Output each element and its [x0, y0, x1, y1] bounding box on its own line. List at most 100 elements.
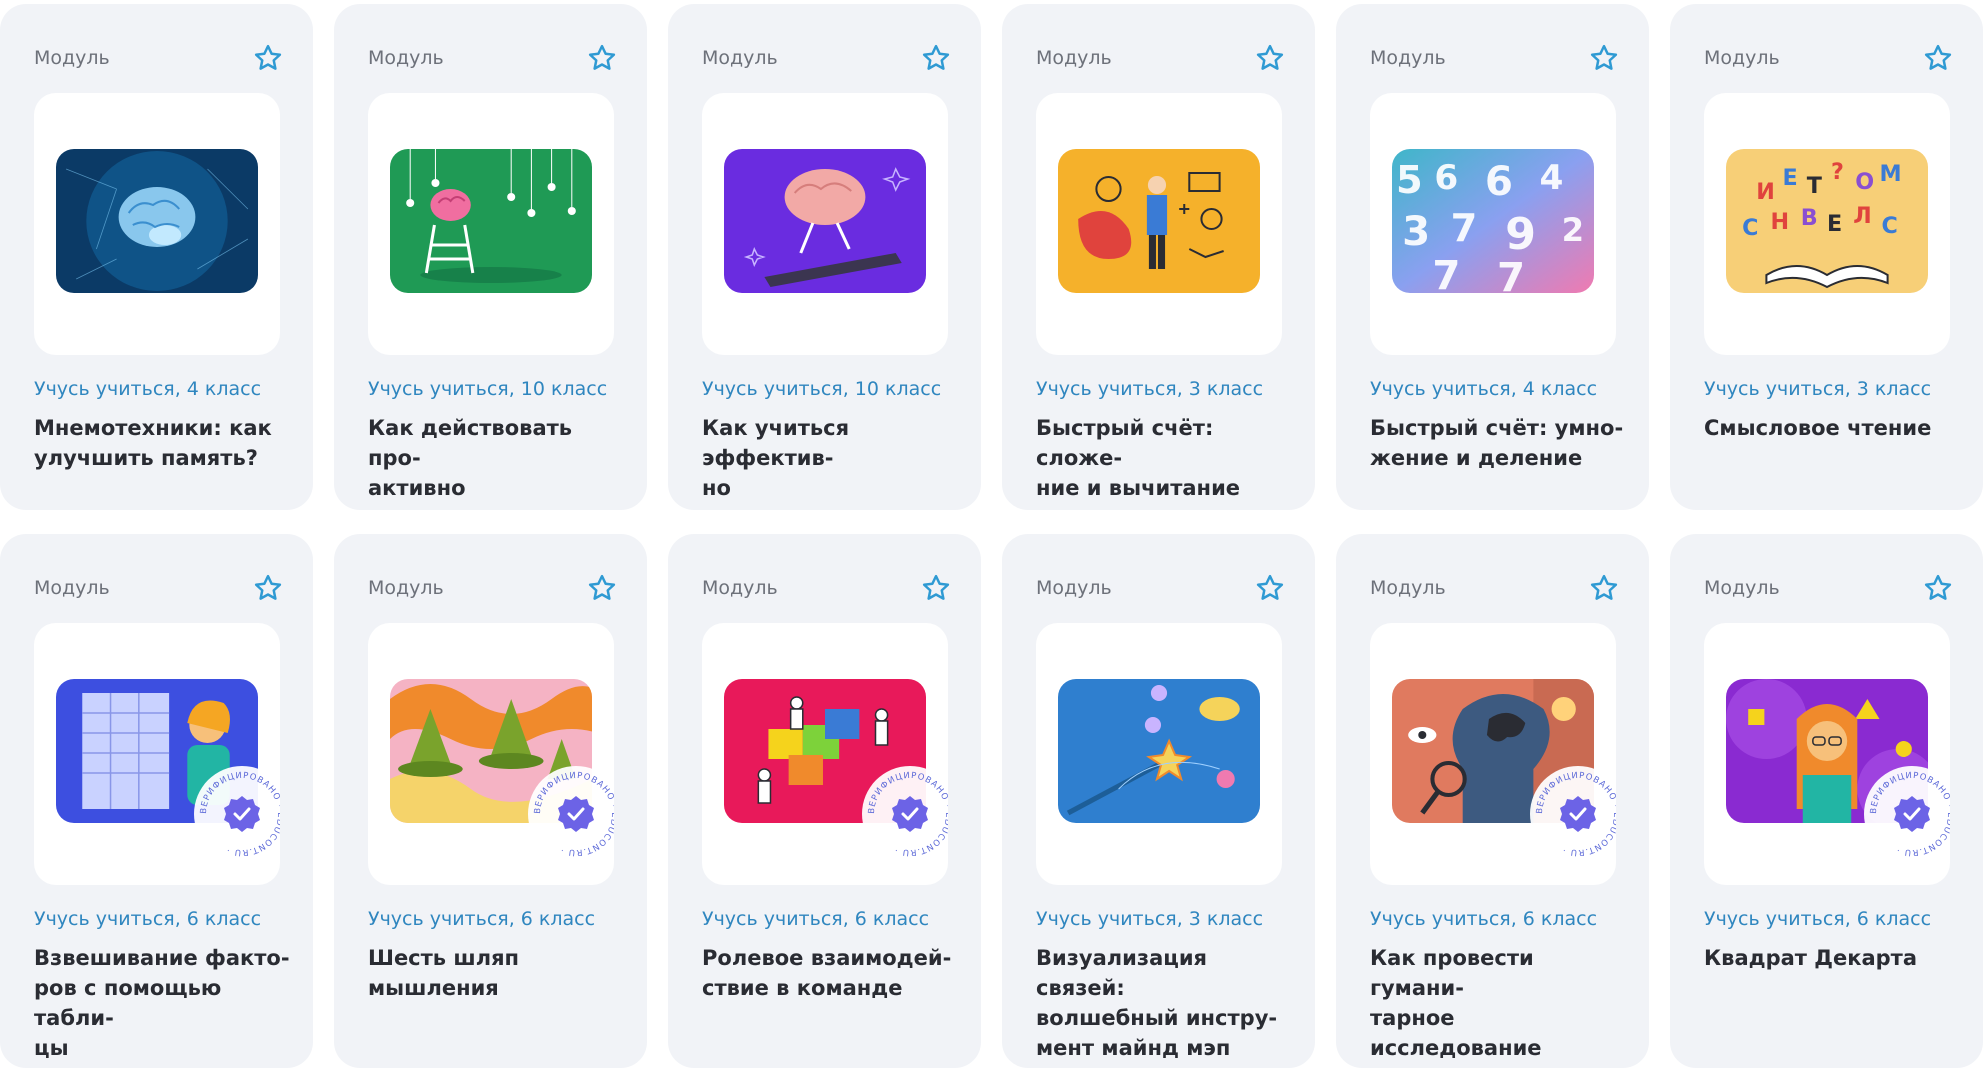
brain-network-illustration — [56, 149, 258, 293]
svg-text:6: 6 — [1434, 158, 1458, 198]
module-thumbnail[interactable]: ИЕ Т? ОМ СН ВЕ ЛС — [1704, 93, 1950, 355]
verified-badge-icon: ВЕРИФИЦИРОВАНО · EDUCONT.RU · — [862, 766, 948, 862]
module-card[interactable]: Модуль ВЕРИФИЦИРОВАНО · EDUCO — [0, 534, 313, 1068]
module-thumbnail[interactable]: ВЕРИФИЦИРОВАНО · EDUCONT.RU · — [1704, 623, 1950, 885]
favorite-star-icon[interactable] — [253, 573, 283, 603]
module-thumbnail[interactable] — [34, 93, 280, 355]
svg-text:О: О — [1855, 169, 1874, 195]
module-title[interactable]: Как провести гумани- тарное исследование — [1370, 943, 1633, 1063]
module-type-label: Модуль — [368, 47, 444, 69]
colorful-numbers-image: 56 64 37 92 77 — [1392, 149, 1594, 293]
module-type-label: Модуль — [1704, 577, 1780, 599]
module-meta: Учусь учиться, 6 класс — [1370, 908, 1598, 930]
module-card[interactable]: Модуль Учусь учиться, 3 класс Визуализац… — [1002, 534, 1315, 1068]
module-card[interactable]: Модуль ВЕРИФИЦИРОВАНО · — [1670, 534, 1983, 1068]
module-card[interactable]: Модуль Учусь учиться, 3 класс Быстрый сч… — [1002, 4, 1315, 510]
module-type-label: Модуль — [34, 577, 110, 599]
module-thumbnail[interactable] — [702, 93, 948, 355]
module-title[interactable]: Шесть шляп мышления — [368, 943, 631, 1003]
module-type-label: Модуль — [1370, 577, 1446, 599]
module-card[interactable]: Модуль ВЕРИФИЦИРОВАНО · EDUCONT.RU · Учу… — [1336, 534, 1649, 1068]
module-card[interactable]: Модуль ВЕРИФИЦИРОВАНО · EDUCO — [668, 534, 981, 1068]
module-title[interactable]: Как учиться эффектив- но — [702, 413, 965, 503]
svg-text:3: 3 — [1402, 209, 1430, 255]
module-meta: Учусь учиться, 3 класс — [1704, 378, 1932, 400]
module-meta: Учусь учиться, 3 класс — [1036, 908, 1264, 930]
brain-on-treadmill-illustration — [724, 149, 926, 293]
module-title[interactable]: Мнемотехники: как улучшить память? — [34, 413, 297, 473]
svg-text:С: С — [1882, 213, 1898, 239]
module-meta: Учусь учиться, 6 класс — [702, 908, 930, 930]
svg-text:Е: Е — [1827, 211, 1842, 237]
svg-text:7: 7 — [1451, 207, 1478, 251]
book-with-letters-illustration: ИЕ Т? ОМ СН ВЕ ЛС — [1726, 149, 1928, 293]
favorite-star-icon[interactable] — [1589, 573, 1619, 603]
svg-text:Т: Т — [1807, 173, 1822, 199]
module-type-label: Модуль — [702, 47, 778, 69]
module-meta: Учусь учиться, 4 класс — [1370, 378, 1598, 400]
svg-text:В: В — [1801, 205, 1818, 231]
module-thumbnail[interactable] — [368, 93, 614, 355]
module-type-label: Модуль — [34, 47, 110, 69]
module-thumbnail[interactable]: ВЕРИФИЦИРОВАНО · EDUCONT.RU · — [1370, 623, 1616, 885]
svg-text:4: 4 — [1539, 158, 1563, 198]
man-with-math-doodles-illustration — [1058, 149, 1260, 293]
favorite-star-icon[interactable] — [587, 43, 617, 73]
favorite-star-icon[interactable] — [921, 573, 951, 603]
module-thumbnail[interactable]: ВЕРИФИЦИРОВАНО · EDUCONT.RU · — [34, 623, 280, 885]
svg-text:Л: Л — [1853, 203, 1871, 229]
favorite-star-icon[interactable] — [1923, 573, 1953, 603]
module-title[interactable]: Взвешивание факто- ров с помощью табли- … — [34, 943, 297, 1063]
module-title[interactable]: Быстрый счёт: сложе- ние и вычитание — [1036, 413, 1299, 503]
module-meta: Учусь учиться, 6 класс — [1704, 908, 1932, 930]
module-meta: Учусь учиться, 10 класс — [702, 378, 942, 400]
module-title[interactable]: Смысловое чтение — [1704, 413, 1967, 443]
favorite-star-icon[interactable] — [1255, 43, 1285, 73]
module-title[interactable]: Быстрый счёт: умно- жение и деление — [1370, 413, 1633, 473]
module-meta: Учусь учиться, 6 класс — [34, 908, 262, 930]
module-title[interactable]: Ролевое взаимодей- ствие в команде — [702, 943, 965, 1003]
module-title[interactable]: Визуализация связей: волшебный инстру- м… — [1036, 943, 1299, 1063]
module-thumbnail[interactable] — [1036, 93, 1282, 355]
module-thumbnail[interactable]: 56 64 37 92 77 — [1370, 93, 1616, 355]
favorite-star-icon[interactable] — [1589, 43, 1619, 73]
module-type-label: Модуль — [1036, 47, 1112, 69]
svg-text:7: 7 — [1432, 253, 1460, 293]
module-card[interactable]: Модуль ВЕРИФИЦИРОВАНО · EDUCONT.RU · Учу… — [334, 534, 647, 1068]
svg-text:7: 7 — [1497, 255, 1525, 293]
module-type-label: Модуль — [1370, 47, 1446, 69]
favorite-star-icon[interactable] — [1255, 573, 1285, 603]
svg-text:2: 2 — [1562, 211, 1584, 249]
svg-text:6: 6 — [1485, 159, 1513, 205]
module-meta: Учусь учиться, 3 класс — [1036, 378, 1264, 400]
svg-text:И: И — [1756, 179, 1775, 205]
module-type-label: Модуль — [368, 577, 444, 599]
module-card[interactable]: Модуль ИЕ Т? ОМ СН ВЕ ЛС Учусь учиться, … — [1670, 4, 1983, 510]
module-card[interactable]: Модуль 56 64 37 92 77 Учусь учиться, 4 к… — [1336, 4, 1649, 510]
module-thumbnail[interactable]: ВЕРИФИЦИРОВАНО · EDUCONT.RU · — [368, 623, 614, 885]
svg-text:М: М — [1880, 161, 1902, 187]
magic-wand-illustration — [1058, 679, 1260, 823]
module-meta: Учусь учиться, 4 класс — [34, 378, 262, 400]
favorite-star-icon[interactable] — [253, 43, 283, 73]
favorite-star-icon[interactable] — [587, 573, 617, 603]
verified-badge-icon: ВЕРИФИЦИРОВАНО · EDUCONT.RU · — [194, 766, 280, 862]
module-card[interactable]: Модуль Учусь учиться, 10 класс Как дейст… — [334, 4, 647, 510]
favorite-star-icon[interactable] — [921, 43, 951, 73]
verified-badge-icon: ВЕРИФИЦИРОВАНО · EDUCONT.RU · — [1530, 766, 1616, 862]
module-meta: Учусь учиться, 6 класс — [368, 908, 596, 930]
verified-badge-icon: ВЕРИФИЦИРОВАНО · EDUCONT.RU · — [1864, 766, 1950, 862]
brain-on-ladder-illustration — [390, 149, 592, 293]
module-card[interactable]: Модуль Учусь учиться, 10 класс Как учить… — [668, 4, 981, 510]
module-card[interactable]: Модуль Учусь учиться, 4 класс Мнемотехни… — [0, 4, 313, 510]
module-thumbnail[interactable]: ВЕРИФИЦИРОВАНО · EDUCONT.RU · — [702, 623, 948, 885]
favorite-star-icon[interactable] — [1923, 43, 1953, 73]
module-type-label: Модуль — [1704, 47, 1780, 69]
module-title[interactable]: Квадрат Декарта — [1704, 943, 1967, 973]
svg-text:Е: Е — [1783, 165, 1798, 191]
svg-text:?: ? — [1831, 159, 1844, 185]
module-grid: Модуль Учусь учиться, 4 класс Мнемотехни… — [0, 0, 1985, 1074]
module-type-label: Модуль — [702, 577, 778, 599]
module-thumbnail[interactable] — [1036, 623, 1282, 885]
module-title[interactable]: Как действовать про- активно — [368, 413, 631, 503]
